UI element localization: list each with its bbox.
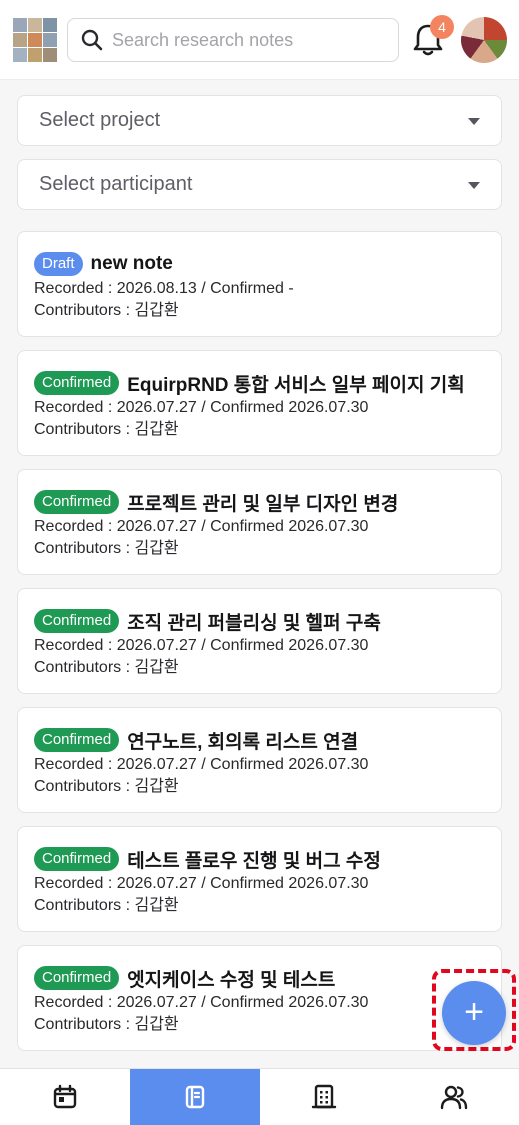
note-contributors: Contributors : 김갑환 (34, 302, 179, 319)
top-header: 4 (0, 0, 519, 80)
project-select[interactable]: Select project (17, 95, 502, 146)
status-badge: Confirmed (34, 490, 120, 514)
note-dates: Recorded : 2026.07.27 / Confirmed 2026.0… (34, 399, 369, 416)
note-card[interactable]: Confirmed 엣지케이스 수정 및 테스트 Recorded : 2026… (17, 945, 502, 1051)
note-card[interactable]: Draft new note Recorded : 2026.08.13 / C… (17, 231, 502, 337)
notification-count-badge: 4 (430, 15, 454, 39)
note-card[interactable]: Confirmed 테스트 플로우 진행 및 버그 수정 Recorded : … (17, 826, 502, 932)
participant-select[interactable]: Select participant (17, 159, 502, 210)
note-title: EquirpRND 통합 서비스 일부 페이지 기획 (127, 374, 465, 396)
bottom-nav (0, 1068, 519, 1125)
nav-item-organization[interactable] (260, 1069, 390, 1125)
note-card[interactable]: Confirmed 연구노트, 회의록 리스트 연결 Recorded : 20… (17, 707, 502, 813)
status-badge: Draft (34, 252, 83, 276)
status-badge: Confirmed (34, 847, 120, 871)
status-badge: Confirmed (34, 966, 120, 990)
note-contributors: Contributors : 김갑환 (34, 1016, 179, 1033)
note-dates: Recorded : 2026.07.27 / Confirmed 2026.0… (34, 756, 369, 773)
nav-item-notes[interactable] (129, 1069, 260, 1125)
search-icon (81, 29, 103, 51)
note-contributors: Contributors : 김갑환 (34, 897, 179, 914)
search-input[interactable] (112, 29, 382, 51)
note-title: 조직 관리 퍼블리싱 및 헬퍼 구축 (127, 612, 381, 634)
note-dates: Recorded : 2026.07.27 / Confirmed 2026.0… (34, 875, 369, 892)
building-icon (312, 1084, 337, 1109)
note-title: new note (90, 253, 173, 274)
note-contributors: Contributors : 김갑환 (34, 659, 179, 676)
note-dates: Recorded : 2026.07.27 / Confirmed 2026.0… (34, 994, 369, 1011)
status-badge: Confirmed (34, 609, 120, 633)
calendar-icon (53, 1084, 77, 1109)
note-dates: Recorded : 2026.08.13 / Confirmed - (34, 280, 294, 297)
note-title: 테스트 플로우 진행 및 버그 수정 (127, 850, 381, 872)
status-badge: Confirmed (34, 728, 120, 752)
note-contributors: Contributors : 김갑환 (34, 778, 179, 795)
note-card[interactable]: Confirmed 프로젝트 관리 및 일부 디자인 변경 Recorded :… (17, 469, 502, 575)
add-note-button[interactable]: + (442, 981, 506, 1045)
nav-item-members[interactable] (389, 1069, 519, 1125)
note-title: 엣지케이스 수정 및 테스트 (127, 969, 336, 991)
note-title: 프로젝트 관리 및 일부 디자인 변경 (127, 493, 399, 515)
chevron-down-icon (468, 182, 480, 189)
note-card[interactable]: Confirmed 조직 관리 퍼블리싱 및 헬퍼 구축 Recorded : … (17, 588, 502, 694)
note-title: 연구노트, 회의록 리스트 연결 (127, 731, 359, 753)
note-dates: Recorded : 2026.07.27 / Confirmed 2026.0… (34, 518, 369, 535)
note-contributors: Contributors : 김갑환 (34, 421, 179, 438)
chevron-down-icon (468, 118, 480, 125)
users-icon (440, 1085, 468, 1110)
nav-item-calendar[interactable] (0, 1069, 130, 1125)
note-card[interactable]: Confirmed EquirpRND 통합 서비스 일부 페이지 기획 Rec… (17, 350, 502, 456)
user-avatar[interactable] (461, 17, 507, 63)
search-box[interactable] (67, 18, 399, 62)
note-contributors: Contributors : 김갑환 (34, 540, 179, 557)
note-dates: Recorded : 2026.07.27 / Confirmed 2026.0… (34, 637, 369, 654)
app-logo[interactable] (13, 18, 57, 62)
participant-select-label: Select participant (39, 173, 193, 195)
status-badge: Confirmed (34, 371, 120, 395)
notebook-icon (185, 1085, 204, 1109)
project-select-label: Select project (39, 109, 161, 131)
